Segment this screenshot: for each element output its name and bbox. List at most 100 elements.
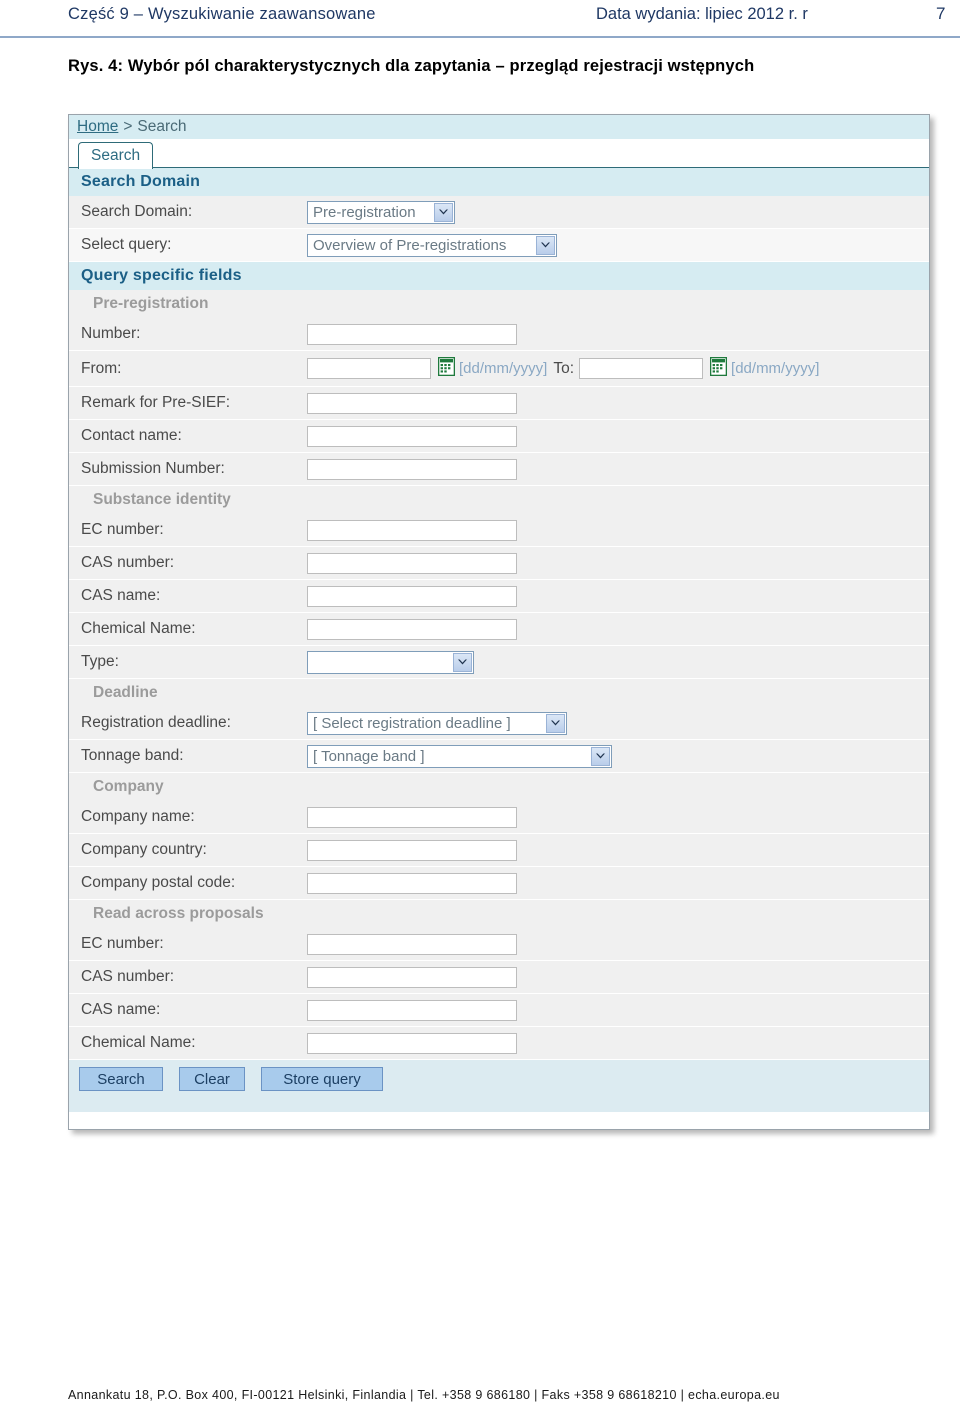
tab-search[interactable]: Search bbox=[78, 142, 154, 169]
row-ra-chemical-name: Chemical Name: bbox=[69, 1027, 929, 1060]
select-query-select[interactable]: Overview of Pre-registrations bbox=[307, 233, 557, 257]
from-date-format-hint: [dd/mm/yyyy] bbox=[459, 360, 548, 377]
label-si-ec-number: EC number: bbox=[81, 521, 164, 538]
section-heading-search-domain: Search Domain bbox=[69, 168, 929, 196]
ra-cas-number-input[interactable] bbox=[307, 966, 517, 988]
label-company-name: Company name: bbox=[81, 808, 195, 825]
label-registration-deadline: Registration deadline: bbox=[81, 714, 231, 731]
si-ec-number-input[interactable] bbox=[307, 519, 517, 541]
breadcrumb-current: Search bbox=[137, 118, 187, 135]
label-company-postal-code: Company postal code: bbox=[81, 874, 236, 891]
label-type: Type: bbox=[81, 653, 119, 670]
group-heading-read-across-proposals: Read across proposals bbox=[69, 900, 929, 928]
label-si-cas-number: CAS number: bbox=[81, 554, 175, 571]
contact-name-input[interactable] bbox=[307, 425, 517, 447]
row-select-query: Select query: Overview of Pre-registrati… bbox=[69, 229, 929, 262]
header-issue-date: Data wydania: lipiec 2012 r. r bbox=[596, 5, 808, 23]
label-ra-cas-name: CAS name: bbox=[81, 1001, 161, 1018]
breadcrumb-separator: > bbox=[123, 118, 133, 135]
form-action-bar-padding bbox=[69, 1098, 929, 1112]
tab-search-label: Search bbox=[91, 147, 141, 164]
label-ra-cas-number: CAS number: bbox=[81, 968, 175, 985]
tonnage-band-value: [ Tonnage band ] bbox=[313, 747, 425, 765]
group-heading-pre-registration: Pre-registration bbox=[69, 290, 929, 318]
registration-deadline-select[interactable]: [ Select registration deadline ] bbox=[307, 711, 567, 735]
ra-cas-name-input[interactable] bbox=[307, 999, 517, 1021]
chevron-down-icon bbox=[453, 652, 472, 672]
clear-button-label: Clear bbox=[194, 1070, 230, 1088]
row-ra-cas-number: CAS number: bbox=[69, 961, 929, 994]
search-domain-value: Pre-registration bbox=[313, 203, 416, 221]
section-heading-query-specific-fields: Query specific fields bbox=[69, 262, 929, 290]
group-heading-company: Company bbox=[69, 773, 929, 801]
figure-caption: Rys. 4: Wybór pól charakterystycznych dl… bbox=[68, 57, 755, 75]
group-heading-pre-registration-label: Pre-registration bbox=[93, 295, 209, 312]
submission-number-input[interactable] bbox=[307, 458, 517, 480]
store-query-button-label: Store query bbox=[283, 1070, 361, 1088]
chevron-down-icon bbox=[591, 746, 610, 766]
row-tonnage-band: Tonnage band: [ Tonnage band ] bbox=[69, 740, 929, 773]
header-rule-right bbox=[480, 36, 960, 38]
search-button[interactable]: Search bbox=[79, 1067, 163, 1091]
type-select[interactable] bbox=[307, 650, 474, 674]
registration-deadline-value: [ Select registration deadline ] bbox=[313, 714, 511, 732]
application-screenshot: Home > Search Search Search Domain Searc… bbox=[68, 114, 930, 1130]
label-company-country: Company country: bbox=[81, 841, 207, 858]
row-remark-presief: Remark for Pre-SIEF: bbox=[69, 387, 929, 420]
label-contact-name: Contact name: bbox=[81, 427, 182, 444]
calendar-icon[interactable] bbox=[709, 356, 728, 380]
chevron-down-icon bbox=[434, 202, 453, 222]
label-ra-ec-number: EC number: bbox=[81, 935, 164, 952]
select-query-value: Overview of Pre-registrations bbox=[313, 236, 507, 254]
store-query-button[interactable]: Store query bbox=[261, 1067, 383, 1091]
si-cas-number-input[interactable] bbox=[307, 552, 517, 574]
company-postal-code-input[interactable] bbox=[307, 872, 517, 894]
group-heading-substance-identity: Substance identity bbox=[69, 486, 929, 514]
tab-strip: Search bbox=[69, 139, 929, 169]
header-left-text: Część 9 – Wyszukiwanie zaawansowane bbox=[68, 5, 376, 23]
to-date-format-hint: [dd/mm/yyyy] bbox=[731, 360, 820, 377]
label-search-domain: Search Domain: bbox=[81, 203, 193, 220]
row-from-to-dates: From: [dd/mm/yyyy] To: [dd/mm/yyyy] bbox=[69, 351, 929, 387]
label-submission-number: Submission Number: bbox=[81, 460, 225, 477]
row-company-postal-code: Company postal code: bbox=[69, 867, 929, 900]
page-number: 7 bbox=[936, 4, 946, 23]
label-si-chemical-name: Chemical Name: bbox=[81, 620, 196, 637]
remark-presief-input[interactable] bbox=[307, 392, 517, 414]
label-remark-presief: Remark for Pre-SIEF: bbox=[81, 394, 230, 411]
row-number: Number: bbox=[69, 318, 929, 351]
row-si-cas-number: CAS number: bbox=[69, 547, 929, 580]
to-date-input[interactable] bbox=[579, 358, 704, 379]
row-si-cas-name: CAS name: bbox=[69, 580, 929, 613]
tonnage-band-select[interactable]: [ Tonnage band ] bbox=[307, 744, 612, 768]
company-name-input[interactable] bbox=[307, 806, 517, 828]
clear-button[interactable]: Clear bbox=[179, 1067, 245, 1091]
row-search-domain: Search Domain: Pre-registration bbox=[69, 196, 929, 229]
label-si-cas-name: CAS name: bbox=[81, 587, 161, 604]
breadcrumb-home-link[interactable]: Home bbox=[77, 118, 118, 136]
search-domain-select[interactable]: Pre-registration bbox=[307, 200, 455, 224]
row-company-country: Company country: bbox=[69, 834, 929, 867]
row-ra-cas-name: CAS name: bbox=[69, 994, 929, 1027]
group-heading-substance-identity-label: Substance identity bbox=[93, 491, 231, 508]
row-si-ec-number: EC number: bbox=[69, 514, 929, 547]
label-to: To: bbox=[553, 359, 575, 377]
row-contact-name: Contact name: bbox=[69, 420, 929, 453]
number-input[interactable] bbox=[307, 323, 517, 345]
row-type: Type: bbox=[69, 646, 929, 679]
search-button-label: Search bbox=[97, 1070, 145, 1088]
section-heading-query-specific-label: Query specific fields bbox=[81, 267, 242, 284]
si-cas-name-input[interactable] bbox=[307, 585, 517, 607]
si-chemical-name-input[interactable] bbox=[307, 618, 517, 640]
section-heading-search-domain-label: Search Domain bbox=[81, 173, 201, 190]
group-heading-deadline-label: Deadline bbox=[93, 684, 158, 701]
label-ra-chemical-name: Chemical Name: bbox=[81, 1034, 196, 1051]
from-date-input[interactable] bbox=[307, 358, 431, 379]
document-footer: Annankatu 18, P.O. Box 400, FI-00121 Hel… bbox=[68, 1388, 780, 1402]
ra-ec-number-input[interactable] bbox=[307, 933, 517, 955]
row-registration-deadline: Registration deadline: [ Select registra… bbox=[69, 707, 929, 740]
breadcrumb: Home > Search bbox=[69, 115, 929, 139]
calendar-icon[interactable] bbox=[437, 356, 456, 380]
company-country-input[interactable] bbox=[307, 839, 517, 861]
ra-chemical-name-input[interactable] bbox=[307, 1032, 517, 1054]
